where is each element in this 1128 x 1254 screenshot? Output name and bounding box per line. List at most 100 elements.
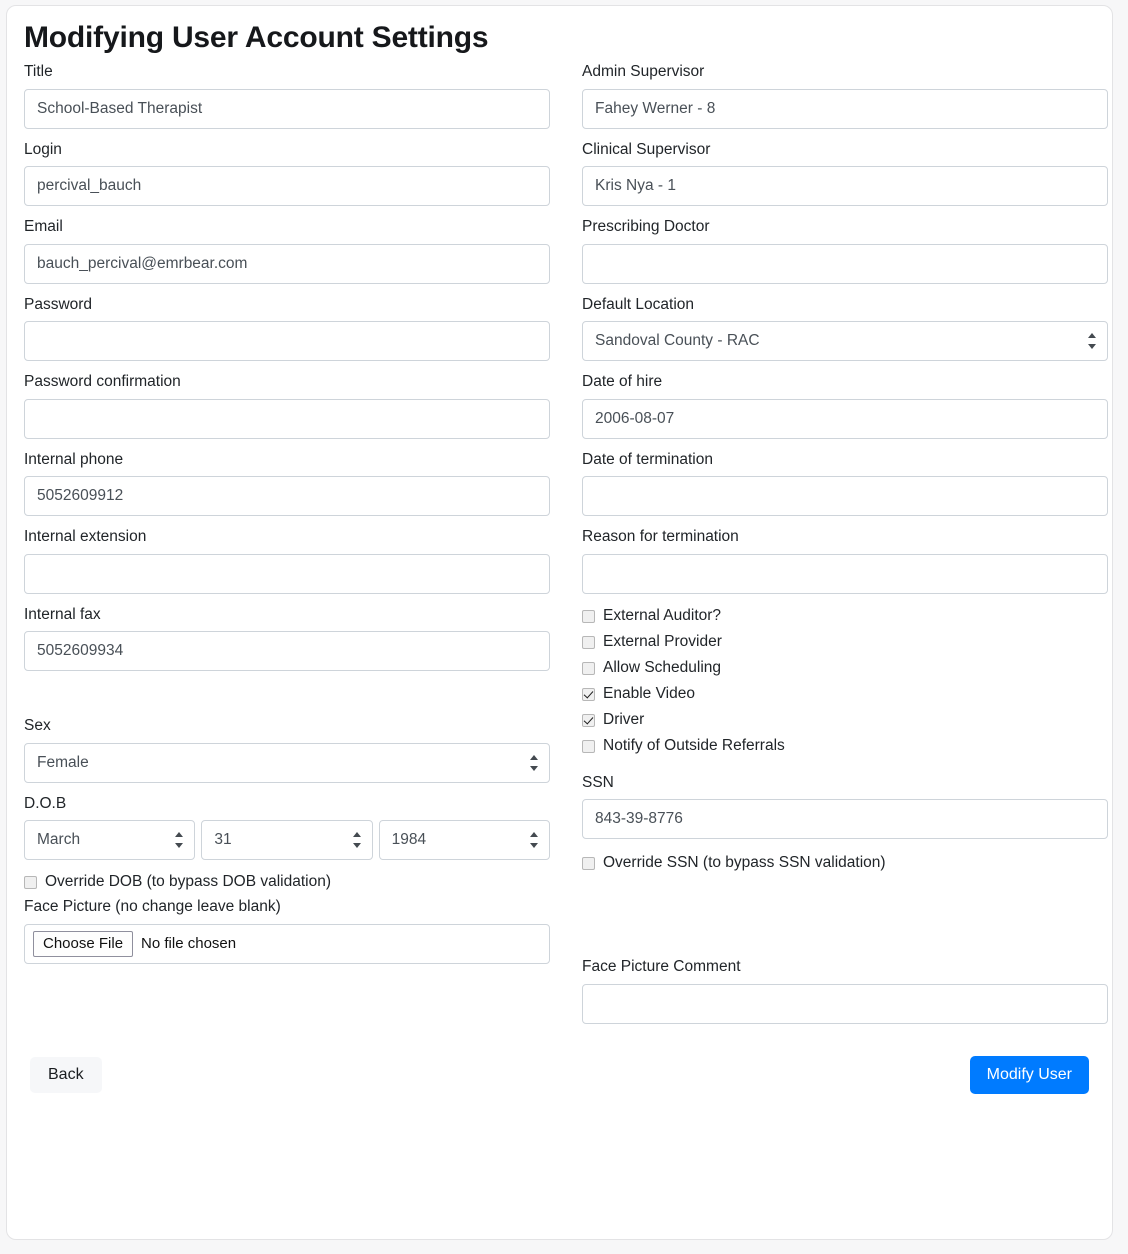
password-label: Password [24,295,93,313]
title-input[interactable] [24,88,550,129]
default-location-select[interactable] [582,321,1108,362]
login-label: Login [24,140,62,158]
admin-supervisor-input[interactable] [582,88,1108,129]
notify-outside-referrals-checkbox[interactable] [582,740,595,754]
ssn-input[interactable] [582,799,1108,840]
internal-phone-input[interactable] [24,476,550,517]
dob-year-select[interactable] [378,820,550,861]
field-internal-extension: Internal extension [24,526,550,594]
email-input[interactable] [24,243,550,284]
flag-external-provider[interactable]: External Provider [582,630,1108,656]
field-reason-for-termination: Reason for termination [582,526,1108,594]
clinical-supervisor-label: Clinical Supervisor [582,140,711,158]
face-picture-comment-label: Face Picture Comment [582,958,741,976]
reason-for-termination-label: Reason for termination [582,528,739,546]
external-provider-checkbox[interactable] [582,636,595,650]
enable-video-label: Enable Video [603,685,695,703]
sex-select[interactable] [24,742,550,783]
field-face-picture-comment: Face Picture Comment [582,956,1108,1024]
enable-video-checkbox[interactable] [582,688,595,702]
field-dob: D.O.B [24,793,550,861]
sex-label: Sex [24,717,51,735]
field-default-location: Default Location [582,294,1108,362]
form-grid: Title Login Email Password Password conf [18,61,1108,1033]
face-picture-label: Face Picture (no change leave blank) [24,898,281,916]
field-password-confirmation: Password confirmation [24,371,550,439]
title-label: Title [24,63,53,81]
right-column-spacer [582,877,1108,897]
driver-label: Driver [603,711,645,729]
prescribing-doctor-input[interactable] [582,243,1108,284]
field-ssn: SSN [582,772,1108,840]
field-clinical-supervisor: Clinical Supervisor [582,139,1108,207]
file-status-text: No file chosen [141,935,237,953]
external-auditor-checkbox[interactable] [582,610,595,624]
prescribing-doctor-label: Prescribing Doctor [582,218,710,236]
password-confirmation-input[interactable] [24,398,550,439]
face-picture-file-input[interactable]: Choose File No file chosen [24,923,550,964]
form-footer: Back Modify User [18,1044,1101,1094]
allow-scheduling-checkbox[interactable] [582,662,595,676]
login-input[interactable] [24,166,550,207]
field-date-of-termination: Date of termination [582,449,1108,517]
right-column-spacer-2 [582,897,1108,956]
field-internal-fax: Internal fax [24,604,550,672]
face-picture-comment-input[interactable] [582,983,1108,1024]
left-column-spacer [24,681,550,715]
dob-month-select[interactable] [24,820,196,861]
user-settings-card: Modifying User Account Settings Title Lo… [6,5,1113,1240]
dob-month-wrap [24,820,196,861]
default-location-select-wrap [582,321,1108,362]
field-sex: Sex [24,715,550,783]
override-ssn-label: Override SSN (to bypass SSN validation) [603,853,886,871]
override-dob-row[interactable]: Override DOB (to bypass DOB validation) [24,868,550,896]
date-of-hire-label: Date of hire [582,373,663,391]
choose-file-button[interactable]: Choose File [33,930,134,957]
field-internal-phone: Internal phone [24,449,550,517]
field-face-picture: Face Picture (no change leave blank) Cho… [24,896,550,964]
date-of-termination-label: Date of termination [582,450,713,468]
page-title: Modifying User Account Settings [24,21,489,54]
internal-extension-input[interactable] [24,553,550,594]
date-of-hire-input[interactable] [582,398,1108,439]
external-auditor-label: External Auditor? [603,607,722,625]
field-email: Email [24,216,550,284]
field-title: Title [24,61,550,129]
admin-supervisor-label: Admin Supervisor [582,63,705,81]
flag-allow-scheduling[interactable]: Allow Scheduling [582,656,1108,682]
dob-year-wrap [378,820,550,861]
flags-checkbox-group: External Auditor? External Provider Allo… [582,604,1108,760]
email-label: Email [24,218,63,236]
date-of-termination-input[interactable] [582,476,1108,517]
sex-select-wrap [24,742,550,783]
override-dob-label: Override DOB (to bypass DOB validation) [45,872,331,890]
internal-extension-label: Internal extension [24,528,147,546]
flags-spacer [582,760,1108,772]
override-dob-checkbox[interactable] [24,875,37,889]
dob-row [24,820,550,861]
modify-user-button[interactable]: Modify User [969,1055,1089,1094]
driver-checkbox[interactable] [582,714,595,728]
field-login: Login [24,139,550,207]
password-confirmation-label: Password confirmation [24,373,181,391]
internal-phone-label: Internal phone [24,450,124,468]
dob-day-select[interactable] [201,820,373,861]
override-ssn-row[interactable]: Override SSN (to bypass SSN validation) [582,849,1108,877]
flag-external-auditor[interactable]: External Auditor? [582,604,1108,630]
flag-notify-outside-referrals[interactable]: Notify of Outside Referrals [582,734,1108,760]
ssn-label: SSN [582,773,614,791]
left-column: Title Login Email Password Password conf [24,61,550,1033]
flag-driver[interactable]: Driver [582,708,1108,734]
back-button[interactable]: Back [30,1056,102,1093]
password-input[interactable] [24,321,550,362]
override-ssn-checkbox[interactable] [582,856,595,870]
field-admin-supervisor: Admin Supervisor [582,61,1108,129]
clinical-supervisor-input[interactable] [582,166,1108,207]
field-prescribing-doctor: Prescribing Doctor [582,216,1108,284]
internal-fax-input[interactable] [24,631,550,672]
flag-enable-video[interactable]: Enable Video [582,682,1108,708]
reason-for-termination-input[interactable] [582,553,1108,594]
dob-day-wrap [201,820,373,861]
notify-outside-referrals-label: Notify of Outside Referrals [603,737,785,755]
right-column: Admin Supervisor Clinical Supervisor Pre… [582,61,1108,1033]
